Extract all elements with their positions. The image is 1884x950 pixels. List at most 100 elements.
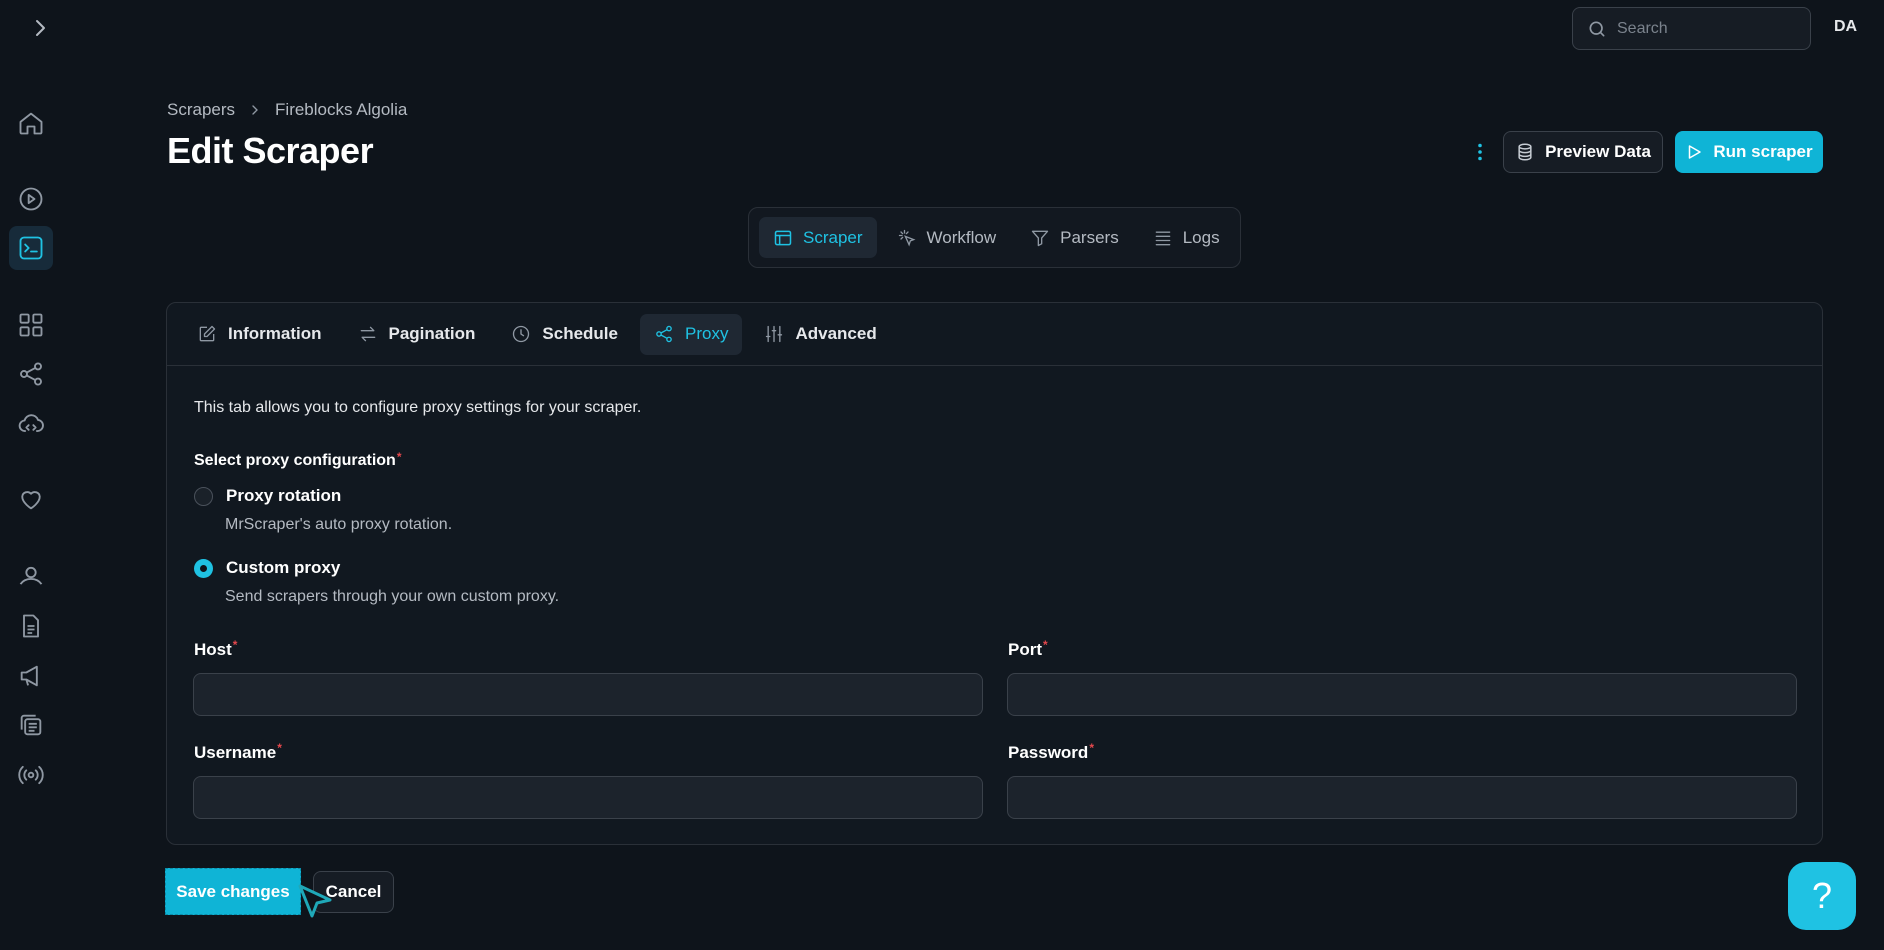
expand-sidebar-button[interactable]	[28, 16, 52, 40]
preview-data-button[interactable]: Preview Data	[1503, 131, 1663, 173]
tab-logs[interactable]: Logs	[1139, 217, 1234, 258]
tab-information[interactable]: Information	[183, 314, 336, 355]
required-marker: *	[1043, 638, 1048, 652]
tab-advanced[interactable]: Advanced	[750, 314, 890, 355]
port-label: Port*	[1008, 638, 1048, 660]
cloud-code-icon	[18, 414, 44, 432]
scraper-tabs: Scraper Workflow Parsers Logs	[748, 207, 1241, 268]
proxy-config-label: Select proxy configuration*	[194, 450, 401, 470]
share-icon	[20, 362, 42, 386]
proxy-rotation-radio[interactable]	[194, 486, 213, 506]
arrows-left-right-icon	[360, 326, 375, 342]
broadcast-icon	[18, 765, 44, 785]
edit-icon	[199, 325, 216, 342]
proxy-rotation-label: Proxy rotation	[226, 486, 342, 505]
proxy-description: This tab allows you to configure proxy s…	[194, 399, 642, 416]
password-input[interactable]	[1007, 776, 1797, 819]
password-label: Password*	[1008, 741, 1094, 763]
tab-information-label: Information	[228, 324, 322, 343]
proxy-rotation-help: MrScraper's auto proxy rotation.	[225, 516, 453, 533]
terminal-icon	[19, 236, 43, 260]
username-label: Username*	[194, 741, 282, 763]
browser-window-icon	[774, 230, 792, 245]
sidebar-item-status[interactable]	[9, 753, 53, 797]
scraper-settings-card: Information Pagination Schedule Proxy Ad…	[166, 302, 1823, 845]
cancel-button[interactable]: Cancel	[313, 871, 394, 913]
port-input[interactable]	[1007, 673, 1797, 716]
host-label-text: Host	[194, 640, 232, 659]
avatar[interactable]: DA	[1834, 18, 1857, 36]
custom-proxy-radio[interactable]	[194, 558, 213, 578]
chevron-right-icon	[36, 20, 45, 36]
sidebar-item-announcements[interactable]	[9, 654, 53, 698]
tab-parsers-label: Parsers	[1060, 227, 1119, 247]
more-options-button[interactable]	[1470, 140, 1490, 164]
sidebar-item-docs[interactable]	[9, 604, 53, 648]
custom-proxy-option[interactable]: Custom proxy	[194, 558, 340, 578]
play-circle-icon	[19, 187, 43, 211]
tab-workflow[interactable]: Workflow	[883, 217, 1011, 258]
help-button[interactable]: ?	[1788, 862, 1856, 930]
tab-workflow-label: Workflow	[926, 227, 997, 247]
sidebar-item-account[interactable]	[9, 554, 53, 598]
sidebar-item-runs[interactable]	[9, 177, 53, 221]
breadcrumb-current: Fireblocks Algolia	[275, 100, 408, 119]
filter-icon	[1031, 230, 1049, 246]
required-marker: *	[232, 638, 238, 652]
save-changes-button[interactable]: Save changes	[165, 868, 301, 915]
share-icon	[656, 325, 672, 343]
username-label-text: Username	[194, 743, 277, 762]
tab-proxy-label: Proxy	[685, 324, 729, 343]
play-icon	[1689, 145, 1702, 159]
clock-icon	[513, 325, 530, 343]
sidebar-item-scrapers[interactable]	[9, 226, 53, 270]
username-input[interactable]	[193, 776, 983, 819]
tab-pagination[interactable]: Pagination	[344, 314, 490, 355]
tab-pagination-label: Pagination	[388, 324, 476, 343]
document-icon	[23, 614, 39, 638]
sidebar-item-favorites[interactable]	[9, 477, 53, 521]
required-marker: *	[1089, 741, 1094, 755]
heart-icon	[21, 491, 41, 510]
page-title: Edit Scraper	[167, 130, 374, 171]
tab-scraper[interactable]: Scraper	[759, 217, 877, 258]
sidebar-item-apps[interactable]	[9, 303, 53, 347]
apps-grid-icon	[19, 313, 43, 337]
kebab-menu-icon	[1478, 143, 1482, 161]
host-input[interactable]	[193, 673, 983, 716]
sidebar-item-api[interactable]	[9, 402, 53, 446]
tab-schedule-label: Schedule	[542, 324, 618, 343]
sidebar-item-integrations[interactable]	[9, 352, 53, 396]
tab-logs-label: Logs	[1182, 227, 1220, 247]
tab-scraper-label: Scraper	[803, 227, 863, 247]
required-marker: *	[277, 741, 282, 755]
breadcrumb-scrapers[interactable]: Scrapers	[167, 100, 235, 120]
tab-schedule[interactable]: Schedule	[497, 314, 632, 355]
tab-proxy[interactable]: Proxy	[640, 313, 743, 355]
megaphone-icon	[20, 665, 38, 687]
copy-icon	[20, 714, 42, 736]
tab-parsers[interactable]: Parsers	[1016, 217, 1133, 258]
list-icon	[1155, 231, 1171, 245]
search-box[interactable]	[1572, 7, 1811, 50]
proxy-rotation-option[interactable]: Proxy rotation	[194, 486, 341, 506]
search-icon	[1589, 21, 1605, 37]
run-scraper-button[interactable]: Run scraper	[1675, 131, 1823, 173]
settings-tabs: Information Pagination Schedule Proxy Ad…	[167, 303, 1822, 366]
host-label: Host*	[194, 638, 238, 660]
sidebar-item-home[interactable]	[9, 101, 53, 145]
home-icon	[19, 112, 43, 135]
port-label-text: Port	[1008, 640, 1042, 659]
proxy-config-label-text: Select proxy configuration	[194, 452, 396, 469]
chevron-right-icon	[252, 105, 258, 115]
preview-data-label: Preview Data	[1545, 142, 1651, 161]
sidebar-item-templates[interactable]	[9, 703, 53, 747]
database-icon	[1518, 143, 1532, 161]
user-icon	[19, 566, 43, 585]
search-input[interactable]	[1617, 19, 1787, 38]
custom-proxy-label: Custom proxy	[226, 558, 341, 577]
tab-advanced-label: Advanced	[795, 324, 877, 343]
breadcrumb: Scrapers Fireblocks Algolia	[167, 100, 407, 120]
run-scraper-label: Run scraper	[1713, 142, 1813, 161]
click-sparkle-icon	[898, 229, 916, 246]
